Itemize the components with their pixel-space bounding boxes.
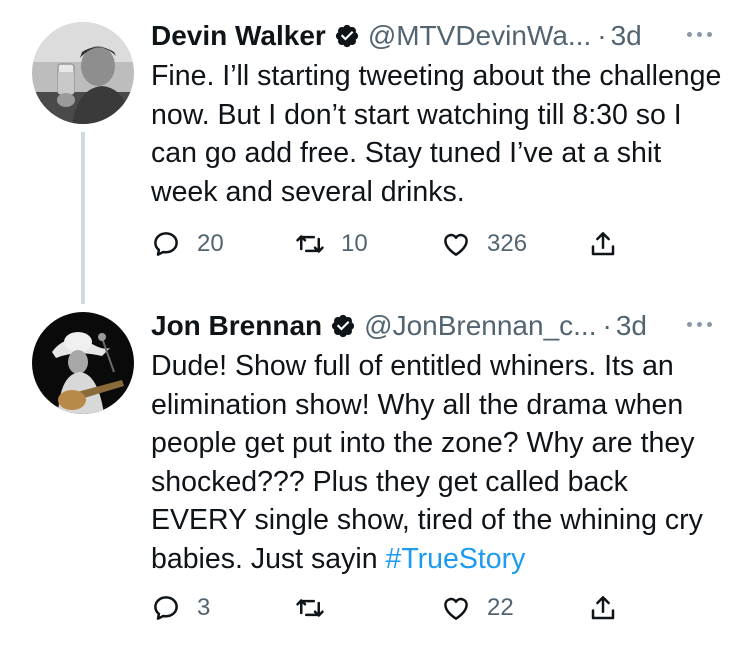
tweet-header: Devin Walker @MTVDevinWa... · 3d <box>151 16 642 56</box>
timestamp[interactable]: 3d <box>611 20 642 52</box>
share-button[interactable] <box>588 588 634 628</box>
reply-count: 20 <box>197 230 224 257</box>
verified-badge-icon <box>334 23 360 49</box>
avatar[interactable] <box>32 22 134 124</box>
tweet-actions: 3 22 <box>151 588 631 628</box>
share-button[interactable] <box>588 224 634 264</box>
tweet-header: Jon Brennan @JonBrennan_c... · 3d <box>151 306 647 346</box>
tweet-text: Dude! Show full of entitled whiners. Its… <box>151 347 731 578</box>
verified-badge-icon <box>330 313 356 339</box>
retweet-button[interactable]: 10 <box>295 224 368 264</box>
reply-icon <box>154 596 178 620</box>
tweet-actions: 20 10 326 <box>151 224 631 264</box>
timestamp[interactable]: 3d <box>616 310 647 342</box>
heart-icon <box>444 597 468 620</box>
tweet[interactable]: Jon Brennan @JonBrennan_c... · 3d Dude! … <box>0 300 750 649</box>
separator: · <box>602 310 612 341</box>
display-name[interactable]: Jon Brennan <box>151 310 322 342</box>
like-button[interactable]: 22 <box>441 588 514 628</box>
more-options-icon[interactable] <box>687 322 712 327</box>
tweet[interactable]: Devin Walker @MTVDevinWa... · 3d Fine. I… <box>0 0 750 304</box>
share-icon <box>591 232 615 256</box>
heart-icon <box>444 233 468 256</box>
retweet-count: 10 <box>341 230 368 257</box>
retweet-icon <box>296 235 324 253</box>
avatar[interactable] <box>32 312 134 414</box>
reply-button[interactable]: 3 <box>151 588 210 628</box>
retweet-button[interactable] <box>295 588 341 628</box>
hashtag-link[interactable]: #TrueStory <box>385 543 525 575</box>
handle[interactable]: @MTVDevinWa... <box>368 20 591 52</box>
display-name[interactable]: Devin Walker <box>151 20 326 52</box>
like-count: 326 <box>487 230 528 257</box>
reply-button[interactable]: 20 <box>151 224 224 264</box>
tweet-text-content: Fine. I’ll starting tweeting about the c… <box>151 60 722 208</box>
like-count: 22 <box>487 594 514 621</box>
separator: · <box>597 20 607 51</box>
thread-line <box>81 132 85 304</box>
retweet-icon <box>296 599 324 617</box>
tweet-text-content: Dude! Show full of entitled whiners. Its… <box>151 350 703 575</box>
share-icon <box>591 596 615 620</box>
more-options-icon[interactable] <box>687 32 712 37</box>
reply-icon <box>154 232 178 256</box>
handle[interactable]: @JonBrennan_c... <box>364 310 596 342</box>
reply-count: 3 <box>197 594 211 621</box>
tweet-text: Fine. I’ll starting tweeting about the c… <box>151 57 731 211</box>
like-button[interactable]: 326 <box>441 224 527 264</box>
